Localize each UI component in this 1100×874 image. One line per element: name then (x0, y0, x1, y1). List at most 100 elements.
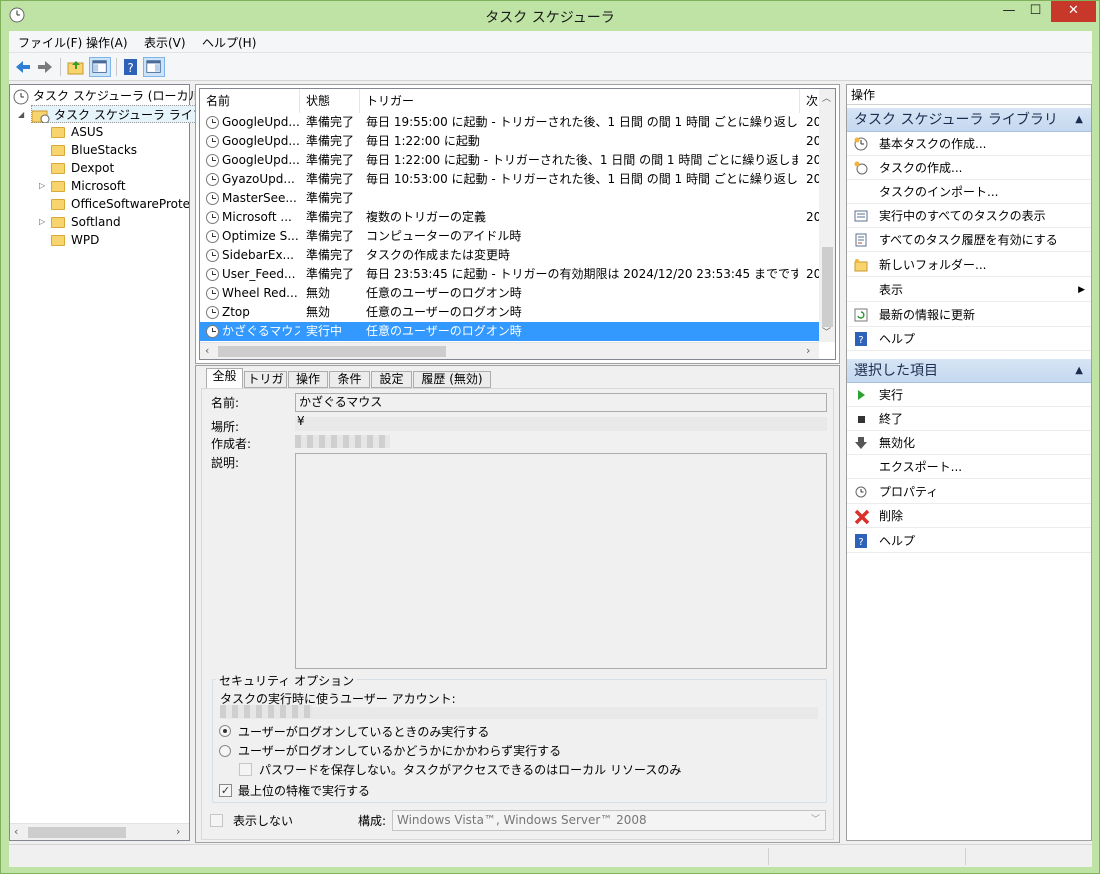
menu-help[interactable]: ヘルプ(H) (202, 34, 256, 51)
action-import-task[interactable]: タスクのインポート... (847, 180, 1091, 204)
tree-folder[interactable]: ASUS (51, 123, 103, 141)
scroll-left-icon[interactable]: ‹ (205, 344, 209, 357)
scroll-thumb[interactable] (822, 247, 833, 327)
table-row[interactable]: Microsoft ... 準備完了 複数のトリガーの定義 20 (200, 208, 820, 227)
tree-folder[interactable]: Softland (51, 213, 121, 231)
collapse-arrow-icon[interactable]: ▲ (1075, 359, 1083, 383)
radio-run-logged-on-label[interactable]: ユーザーがログオンしているときのみ実行する (238, 723, 489, 740)
hidden-checkbox[interactable] (210, 814, 223, 827)
scroll-down-icon[interactable]: ﹀ (822, 325, 831, 338)
column-header-status[interactable]: 状態 (300, 89, 360, 113)
action-end[interactable]: 終了 (847, 407, 1091, 431)
menu-file[interactable]: ファイル(F) (18, 34, 82, 51)
table-row[interactable]: Wheel Red... 無効 任意のユーザーのログオン時 (200, 284, 820, 303)
basic-task-icon (854, 137, 868, 151)
action-create-task[interactable]: タスクの作成... (847, 156, 1091, 180)
config-dropdown[interactable]: Windows Vista™, Windows Server™ 2008 ﹀ (392, 810, 826, 831)
minimize-button[interactable]: — (996, 1, 1022, 22)
title-bar[interactable]: タスク スケジューラ — ☐ ✕ (1, 1, 1099, 31)
tab-actions[interactable]: 操作 (288, 371, 328, 388)
scroll-thumb[interactable] (28, 827, 126, 838)
radio-run-any-label[interactable]: ユーザーがログオンしているかどうかにかかわらず実行する (238, 742, 561, 759)
help-icon[interactable]: ? (120, 57, 142, 77)
show-hide-action-pane-icon[interactable] (143, 57, 165, 77)
task-status-cell: 準備完了 (306, 191, 355, 205)
action-create-basic-task[interactable]: 基本タスクの作成... (847, 132, 1091, 156)
tab-triggers[interactable]: トリガー (244, 371, 287, 401)
menu-view[interactable]: 表示(V) (144, 34, 186, 51)
tree-folder[interactable]: Dexpot (51, 159, 114, 177)
refresh-icon (854, 308, 868, 322)
action-export[interactable]: エクスポート... (847, 455, 1091, 479)
tree-folder[interactable]: BlueStacks (51, 141, 137, 159)
table-row[interactable]: GoogleUpd... 準備完了 毎日 1:22:00 に起動 20 (200, 132, 820, 151)
action-run[interactable]: 実行 (847, 383, 1091, 407)
action-enable-history[interactable]: すべてのタスク履歴を有効にする (847, 228, 1091, 252)
column-header-trigger[interactable]: トリガー (360, 89, 800, 113)
tab-general[interactable]: 全般 (206, 368, 243, 389)
highest-privileges-checkbox[interactable]: ✓ (219, 784, 232, 797)
tree-folder[interactable]: Microsoft (51, 177, 126, 195)
menu-action[interactable]: 操作(A) (86, 34, 128, 51)
action-new-folder[interactable]: 新しいフォルダー... (847, 253, 1091, 277)
table-row[interactable]: Optimize S... 準備完了 コンピューターのアイドル時 (200, 227, 820, 246)
action-disable[interactable]: 無効化 (847, 431, 1091, 455)
table-row[interactable]: GoogleUpd... 準備完了 毎日 1:22:00 に起動 - トリガーされた… (200, 151, 820, 170)
radio-run-any[interactable] (219, 745, 231, 757)
collapsed-arrow-icon[interactable]: ▷ (39, 181, 45, 190)
scroll-thumb[interactable] (218, 346, 446, 357)
tree-root[interactable]: タスク スケジューラ (ローカル) (13, 87, 205, 105)
no-password-checkbox[interactable] (239, 763, 252, 776)
tree-horizontal-scrollbar[interactable]: ‹ › (10, 823, 189, 840)
table-row[interactable]: GoogleUpd... 準備完了 毎日 19:55:00 に起動 - トリガーされ… (200, 113, 820, 132)
section-selected[interactable]: 選択した項目 ▲ (847, 359, 1091, 383)
maximize-button[interactable]: ☐ (1022, 1, 1049, 22)
show-hide-tree-icon[interactable] (89, 57, 111, 77)
table-row[interactable]: Ztop 無効 任意のユーザーのログオン時 (200, 303, 820, 322)
radio-run-logged-on[interactable] (219, 725, 231, 737)
action-properties[interactable]: プロパティ (847, 480, 1091, 504)
no-password-label[interactable]: パスワードを保存しない。タスクがアクセスできるのはローカル リソースのみ (259, 761, 681, 778)
section-library[interactable]: タスク スケジューラ ライブラリ ▲ (847, 108, 1091, 132)
task-name-cell: Microsoft ... (222, 210, 292, 224)
scroll-up-icon[interactable]: ︿ (822, 91, 831, 104)
collapse-arrow-icon[interactable]: ▲ (1075, 108, 1083, 132)
tree-folder[interactable]: WPD (51, 231, 99, 249)
action-display-running-tasks[interactable]: 実行中のすべてのタスクの表示 (847, 204, 1091, 228)
tab-conditions[interactable]: 条件 (329, 371, 370, 388)
hidden-label[interactable]: 表示しない (233, 812, 293, 829)
table-row[interactable]: GyazoUpd... 準備完了 毎日 10:53:00 に起動 - トリガーされた… (200, 170, 820, 189)
action-delete[interactable]: 削除 (847, 504, 1091, 528)
up-folder-icon[interactable] (65, 57, 87, 77)
scroll-left-icon[interactable]: ‹ (14, 825, 18, 838)
tree-folder-label: OfficeSoftwareProte (71, 197, 189, 211)
action-view[interactable]: 表示 ▶ (847, 278, 1091, 302)
task-trigger-cell: 複数のトリガーの定義 (366, 210, 487, 224)
table-row[interactable]: User_Feed... 準備完了 毎日 23:53:45 に起動 - トリガーの有… (200, 265, 820, 284)
close-button[interactable]: ✕ (1051, 1, 1096, 22)
column-header-name[interactable]: 名前 (200, 89, 300, 113)
scroll-right-icon[interactable]: › (176, 825, 180, 838)
action-help-selected[interactable]: ? ヘルプ (847, 529, 1091, 553)
task-name-field[interactable]: かざぐるマウス (295, 393, 827, 412)
tab-settings[interactable]: 設定 (371, 371, 412, 388)
action-refresh[interactable]: 最新の情報に更新 (847, 303, 1091, 327)
task-list-vertical-scrollbar[interactable]: ︿ ﹀ (819, 89, 835, 342)
task-name-cell: Wheel Red... (222, 286, 298, 300)
table-row[interactable]: MasterSee... 準備完了 (200, 189, 820, 208)
tab-history[interactable]: 履歴 (無効) (413, 371, 491, 388)
expanded-arrow-icon[interactable]: ◢ (18, 110, 24, 119)
scroll-right-icon[interactable]: › (806, 344, 810, 357)
tree-folder[interactable]: OfficeSoftwareProte (51, 195, 189, 213)
back-arrow-icon[interactable] (12, 57, 34, 77)
description-field[interactable] (295, 453, 827, 669)
collapsed-arrow-icon[interactable]: ▷ (39, 217, 45, 226)
task-list-horizontal-scrollbar[interactable]: ‹ › (200, 342, 819, 359)
forward-arrow-icon[interactable] (34, 57, 56, 77)
table-row[interactable]: かざぐるマウス 実行中 任意のユーザーのログオン時 (200, 322, 820, 341)
highest-privileges-label[interactable]: 最上位の特権で実行する (238, 782, 370, 799)
table-row[interactable]: SidebarEx... 準備完了 タスクの作成または変更時 (200, 246, 820, 265)
author-label: 作成者: (211, 437, 252, 451)
action-help[interactable]: ? ヘルプ (847, 327, 1091, 351)
column-header-next-run[interactable]: 次 (800, 89, 820, 113)
